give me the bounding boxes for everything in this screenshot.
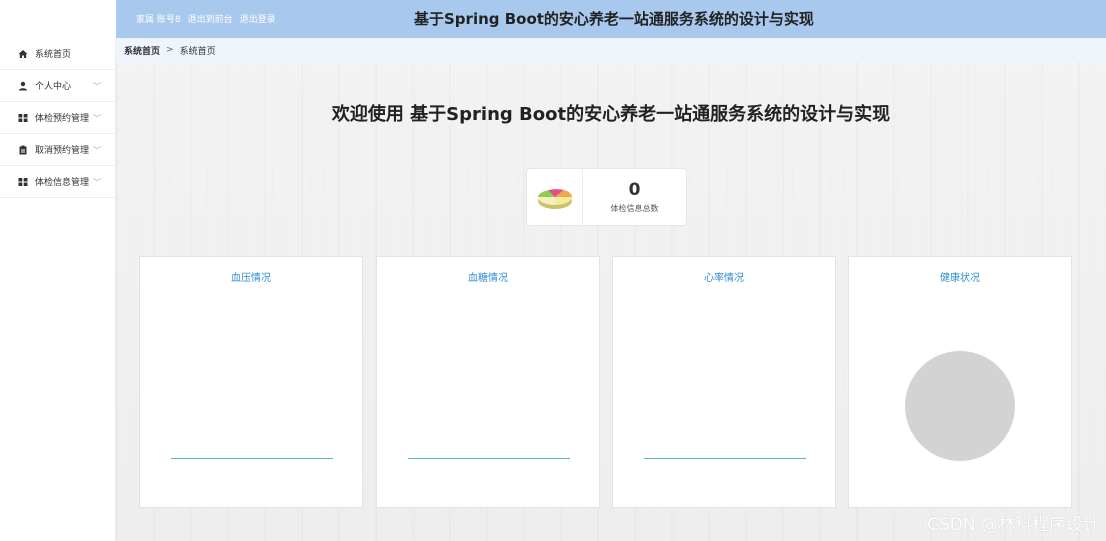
breadcrumb: 系统首页 > 系统首页 — [116, 38, 1106, 62]
watermark: CSDN @林科程序设计 — [927, 515, 1100, 535]
sidebar-item-label: 系统首页 — [35, 50, 72, 60]
sidebar-item-personal-center[interactable]: 个人中心 ﹀ — [0, 70, 115, 102]
sidebar-item-label: 个人中心 — [35, 82, 72, 92]
card-title: 心率情况 — [704, 273, 744, 284]
chart-card-blood-sugar: 血糖情况 — [376, 256, 600, 508]
chart-card-blood-pressure: 血压情况 — [139, 256, 363, 508]
chart-x-axis — [408, 458, 570, 459]
header-links: 家属 账号8 退出到前台 退出登录 — [136, 12, 276, 25]
breadcrumb-current: 系统首页 — [179, 46, 216, 57]
chevron-down-icon: ﹀ — [93, 114, 101, 123]
system-title: 基于Spring Boot的安心养老一站通服务系统的设计与实现 — [414, 10, 814, 28]
card-title: 健康状况 — [940, 273, 980, 284]
card-title: 血压情况 — [231, 273, 271, 284]
sidebar-item-label: 体检预约管理 — [35, 114, 90, 124]
main-content: 系统首页 > 系统首页 欢迎使用 基于Spring Boot的安心养老一站通服务… — [116, 38, 1106, 541]
user-icon — [18, 81, 28, 91]
back-to-frontend-link[interactable]: 退出到前台 — [188, 12, 233, 25]
grid-icon — [18, 177, 28, 187]
home-icon — [18, 49, 28, 59]
chevron-down-icon: ﹀ — [93, 146, 101, 155]
stat-label: 体检信息总数 — [610, 204, 659, 213]
sidebar-item-home[interactable]: 系统首页 — [0, 38, 115, 70]
stat-card-checkup-total: 0 体检信息总数 — [526, 168, 687, 226]
chevron-down-icon: ﹀ — [93, 178, 101, 187]
grid-icon — [18, 113, 28, 123]
card-title: 血糖情况 — [468, 273, 508, 284]
account-label: 家属 账号8 — [136, 15, 181, 25]
sidebar-item-checkup-booking[interactable]: 体检预约管理 ﹀ — [0, 102, 115, 134]
chart-x-axis — [171, 458, 333, 459]
breadcrumb-root[interactable]: 系统首页 — [124, 44, 160, 57]
header-bar: 家属 账号8 退出到前台 退出登录 基于Spring Boot的安心养老一站通服… — [116, 0, 1106, 38]
chart-card-heart-rate: 心率情况 — [612, 256, 836, 508]
clipboard-icon — [18, 145, 28, 155]
sidebar-item-label: 体检信息管理 — [35, 178, 90, 188]
stat-value: 0 — [628, 180, 641, 200]
sidebar-item-checkup-info[interactable]: 体检信息管理 ﹀ — [0, 166, 115, 198]
sidebar-item-label: 取消预约管理 — [35, 146, 90, 156]
top-header: 家属 账号8 退出到前台 退出登录 基于Spring Boot的安心养老一站通服… — [0, 0, 1106, 38]
stat-body: 0 体检信息总数 — [583, 169, 686, 225]
empty-pie-chart — [905, 351, 1015, 461]
chart-x-axis — [644, 458, 806, 459]
breadcrumb-separator: > — [166, 45, 174, 55]
sidebar: 系统首页 个人中心 ﹀ 体检预约管理 ﹀ 取消预约管理 ﹀ 体检信息管理 ﹀ — [0, 38, 116, 541]
pie-chart-icon — [527, 169, 583, 225]
logout-link[interactable]: 退出登录 — [240, 12, 276, 25]
sidebar-item-cancel-booking[interactable]: 取消预约管理 ﹀ — [0, 134, 115, 166]
chart-card-health-status: 健康状况 — [848, 256, 1072, 508]
chevron-down-icon: ﹀ — [93, 82, 101, 91]
welcome-heading: 欢迎使用 基于Spring Boot的安心养老一站通服务系统的设计与实现 — [331, 104, 891, 125]
